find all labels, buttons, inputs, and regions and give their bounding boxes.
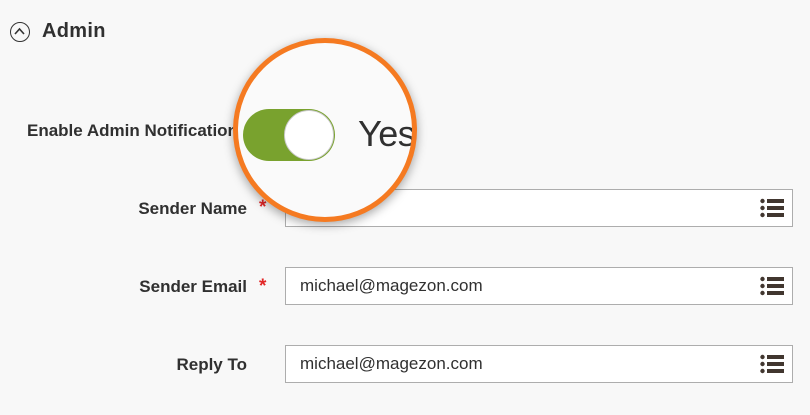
list-icon[interactable] (752, 346, 792, 382)
section-title: Admin (42, 20, 106, 42)
enable-notification-toggle[interactable] (243, 109, 335, 161)
reply-to-label: Reply To (176, 355, 247, 374)
sender-email-label: Sender Email (139, 277, 247, 296)
magnifier-highlight: Yes (233, 38, 417, 222)
reply-to-input[interactable] (286, 346, 752, 382)
toggle-knob[interactable] (284, 110, 334, 160)
enable-notification-label: Enable Admin Notification (27, 121, 238, 140)
sender-email-field[interactable] (285, 267, 793, 305)
toggle-state-label: Yes (358, 113, 416, 154)
sender-email-input[interactable] (286, 268, 752, 304)
reply-to-field[interactable] (285, 345, 793, 383)
sender-name-label: Sender Name (138, 199, 247, 218)
required-marker: * (259, 276, 267, 297)
list-icon[interactable] (752, 190, 792, 226)
list-icon[interactable] (752, 268, 792, 304)
collapse-up-icon[interactable] (10, 21, 30, 42)
section-header-admin[interactable]: Admin (10, 20, 106, 43)
